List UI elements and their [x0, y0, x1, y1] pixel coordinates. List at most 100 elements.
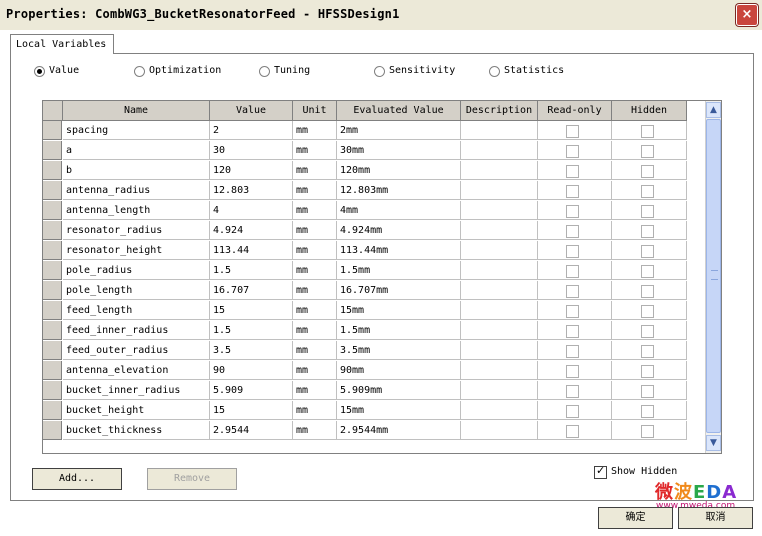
- cell-value[interactable]: 1.5: [210, 321, 293, 340]
- column-header-name[interactable]: Name: [63, 101, 210, 121]
- cell-name[interactable]: antenna_elevation: [63, 361, 210, 380]
- cell-name[interactable]: feed_length: [63, 301, 210, 320]
- table-row[interactable]: pole_length 16.707 mm 16.707mm: [43, 281, 688, 301]
- cell-description[interactable]: [461, 221, 538, 240]
- cell-evaluated[interactable]: 120mm: [337, 161, 461, 180]
- row-header[interactable]: [43, 341, 62, 360]
- cell-description[interactable]: [461, 141, 538, 160]
- read-only-checkbox[interactable]: [566, 145, 579, 158]
- hidden-checkbox[interactable]: [640, 205, 654, 218]
- hidden-checkbox[interactable]: [640, 365, 654, 378]
- cell-description[interactable]: [461, 321, 538, 340]
- read-only-checkbox[interactable]: [566, 305, 579, 318]
- cell-name[interactable]: spacing: [63, 121, 210, 140]
- cell-unit[interactable]: mm: [293, 301, 337, 320]
- cell-value[interactable]: 4.924: [210, 221, 293, 240]
- remove-button[interactable]: Remove: [147, 468, 237, 490]
- cell-value[interactable]: 30: [210, 141, 293, 160]
- cell-evaluated[interactable]: 15mm: [337, 401, 461, 420]
- cell-description[interactable]: [461, 161, 538, 180]
- read-only-checkbox[interactable]: [566, 425, 579, 438]
- row-header[interactable]: [43, 401, 62, 420]
- column-header-value[interactable]: Value: [210, 101, 293, 121]
- add-button[interactable]: Add...: [32, 468, 122, 490]
- read-only-checkbox[interactable]: [566, 225, 579, 238]
- cell-value[interactable]: 5.909: [210, 381, 293, 400]
- cell-name[interactable]: antenna_radius: [63, 181, 210, 200]
- row-header[interactable]: [43, 361, 62, 380]
- cell-evaluated[interactable]: 4.924mm: [337, 221, 461, 240]
- table-row[interactable]: spacing 2 mm 2mm: [43, 121, 688, 141]
- table-row[interactable]: pole_radius 1.5 mm 1.5mm: [43, 261, 688, 281]
- cell-evaluated[interactable]: 90mm: [337, 361, 461, 380]
- hidden-checkbox[interactable]: [640, 305, 654, 318]
- cell-description[interactable]: [461, 381, 538, 400]
- cell-unit[interactable]: mm: [293, 361, 337, 380]
- table-row[interactable]: bucket_thickness 2.9544 mm 2.9544mm: [43, 421, 688, 441]
- cell-name[interactable]: resonator_height: [63, 241, 210, 260]
- cell-name[interactable]: bucket_thickness: [63, 421, 210, 440]
- column-header-description[interactable]: Description: [461, 101, 538, 121]
- scroll-up-icon[interactable]: ▲: [706, 102, 721, 118]
- cell-evaluated[interactable]: 2mm: [337, 121, 461, 140]
- read-only-checkbox[interactable]: [566, 265, 579, 278]
- cell-evaluated[interactable]: 3.5mm: [337, 341, 461, 360]
- cell-name[interactable]: pole_radius: [63, 261, 210, 280]
- table-row[interactable]: b 120 mm 120mm: [43, 161, 688, 181]
- row-header[interactable]: [43, 281, 62, 300]
- read-only-checkbox[interactable]: [566, 245, 579, 258]
- cell-value[interactable]: 90: [210, 361, 293, 380]
- read-only-checkbox[interactable]: [566, 125, 579, 138]
- cell-name[interactable]: feed_inner_radius: [63, 321, 210, 340]
- cell-name[interactable]: b: [63, 161, 210, 180]
- hidden-checkbox[interactable]: [640, 185, 654, 198]
- cell-unit[interactable]: mm: [293, 281, 337, 300]
- row-header[interactable]: [43, 141, 62, 160]
- cell-value[interactable]: 3.5: [210, 341, 293, 360]
- table-row[interactable]: antenna_radius 12.803 mm 12.803mm: [43, 181, 688, 201]
- column-header-read-only[interactable]: Read-only: [538, 101, 612, 121]
- read-only-checkbox[interactable]: [566, 285, 579, 298]
- cell-unit[interactable]: mm: [293, 401, 337, 420]
- tab-local-variables[interactable]: Local Variables: [10, 34, 114, 54]
- cell-description[interactable]: [461, 261, 538, 280]
- cell-unit[interactable]: mm: [293, 261, 337, 280]
- cell-evaluated[interactable]: 2.9544mm: [337, 421, 461, 440]
- cell-unit[interactable]: mm: [293, 381, 337, 400]
- hidden-checkbox[interactable]: [640, 245, 654, 258]
- hidden-checkbox[interactable]: [640, 285, 654, 298]
- cell-value[interactable]: 120: [210, 161, 293, 180]
- hidden-checkbox[interactable]: [640, 225, 654, 238]
- cell-description[interactable]: [461, 121, 538, 140]
- hidden-checkbox[interactable]: [640, 165, 654, 178]
- cell-evaluated[interactable]: 12.803mm: [337, 181, 461, 200]
- cell-description[interactable]: [461, 281, 538, 300]
- show-hidden-checkbox[interactable]: [594, 464, 607, 479]
- hidden-checkbox[interactable]: [640, 345, 654, 358]
- column-header-evaluated-value[interactable]: Evaluated Value: [337, 101, 461, 121]
- read-only-checkbox[interactable]: [566, 185, 579, 198]
- row-header[interactable]: [43, 261, 62, 280]
- scroll-thumb[interactable]: [706, 119, 721, 433]
- cell-description[interactable]: [461, 241, 538, 260]
- hidden-checkbox[interactable]: [640, 125, 654, 138]
- cell-name[interactable]: pole_length: [63, 281, 210, 300]
- cell-value[interactable]: 15: [210, 401, 293, 420]
- cell-unit[interactable]: mm: [293, 181, 337, 200]
- table-row[interactable]: feed_length 15 mm 15mm: [43, 301, 688, 321]
- cell-name[interactable]: bucket_inner_radius: [63, 381, 210, 400]
- cell-unit[interactable]: mm: [293, 341, 337, 360]
- row-header[interactable]: [43, 301, 62, 320]
- vertical-scrollbar[interactable]: ▲ ▼: [705, 101, 721, 453]
- hidden-checkbox[interactable]: [640, 405, 654, 418]
- cell-description[interactable]: [461, 361, 538, 380]
- cell-evaluated[interactable]: 4mm: [337, 201, 461, 220]
- table-row[interactable]: antenna_length 4 mm 4mm: [43, 201, 688, 221]
- read-only-checkbox[interactable]: [566, 205, 579, 218]
- cell-description[interactable]: [461, 421, 538, 440]
- cell-value[interactable]: 15: [210, 301, 293, 320]
- cell-unit[interactable]: mm: [293, 321, 337, 340]
- hidden-checkbox[interactable]: [640, 325, 654, 338]
- cell-description[interactable]: [461, 181, 538, 200]
- cell-description[interactable]: [461, 201, 538, 220]
